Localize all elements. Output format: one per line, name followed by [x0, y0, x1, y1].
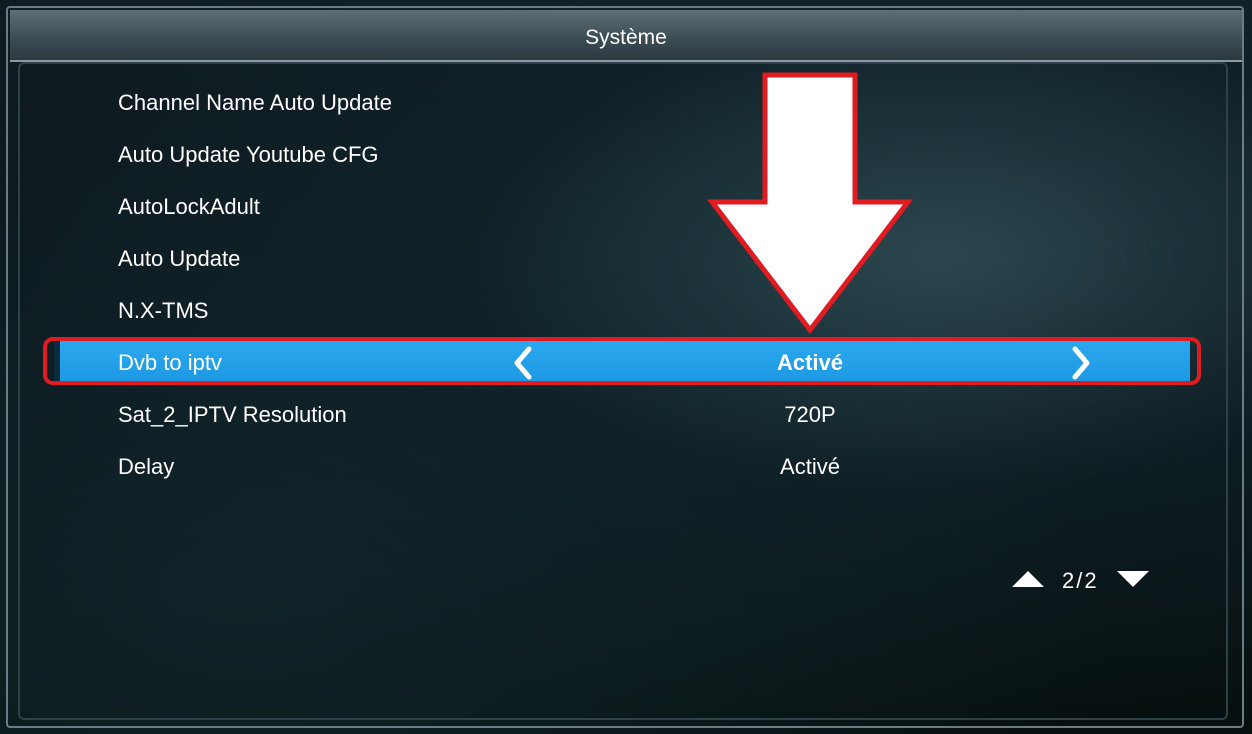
triangle-down-icon[interactable] — [1115, 569, 1151, 594]
setting-row-channel-name-auto-update[interactable]: Channel Name Auto Update — [0, 77, 1252, 129]
annotation-outline — [43, 337, 1201, 385]
down-arrow-icon — [705, 72, 915, 339]
setting-label: Channel Name Auto Update — [118, 90, 392, 115]
setting-label: Delay — [118, 454, 175, 479]
setting-label: Auto Update — [118, 246, 241, 271]
setting-row-delay[interactable]: Delay Activé — [0, 441, 1252, 493]
setting-value: 720P — [784, 402, 836, 427]
triangle-up-icon[interactable] — [1010, 569, 1046, 594]
setting-label: Sat_2_IPTV Resolution — [118, 402, 347, 427]
setting-value: Activé — [780, 454, 840, 479]
setting-row-sat-2-iptv-resolution[interactable]: Sat_2_IPTV Resolution 720P — [0, 389, 1252, 441]
setting-label: N.X-TMS — [118, 298, 209, 323]
window-title: Système — [585, 26, 667, 49]
title-bar: Système — [10, 10, 1242, 62]
setting-row-autolockadult[interactable]: AutoLockAdult — [0, 181, 1252, 233]
setting-label: Auto Update Youtube CFG — [118, 142, 379, 167]
page-number: 2/2 — [1062, 568, 1099, 593]
setting-row-auto-update[interactable]: Auto Update — [0, 233, 1252, 285]
setting-row-auto-update-youtube-cfg[interactable]: Auto Update Youtube CFG — [0, 129, 1252, 181]
page-indicator: 2/2 — [1010, 566, 1151, 596]
setting-label: AutoLockAdult — [118, 194, 260, 219]
setting-row-nx-tms[interactable]: N.X-TMS — [0, 285, 1252, 337]
